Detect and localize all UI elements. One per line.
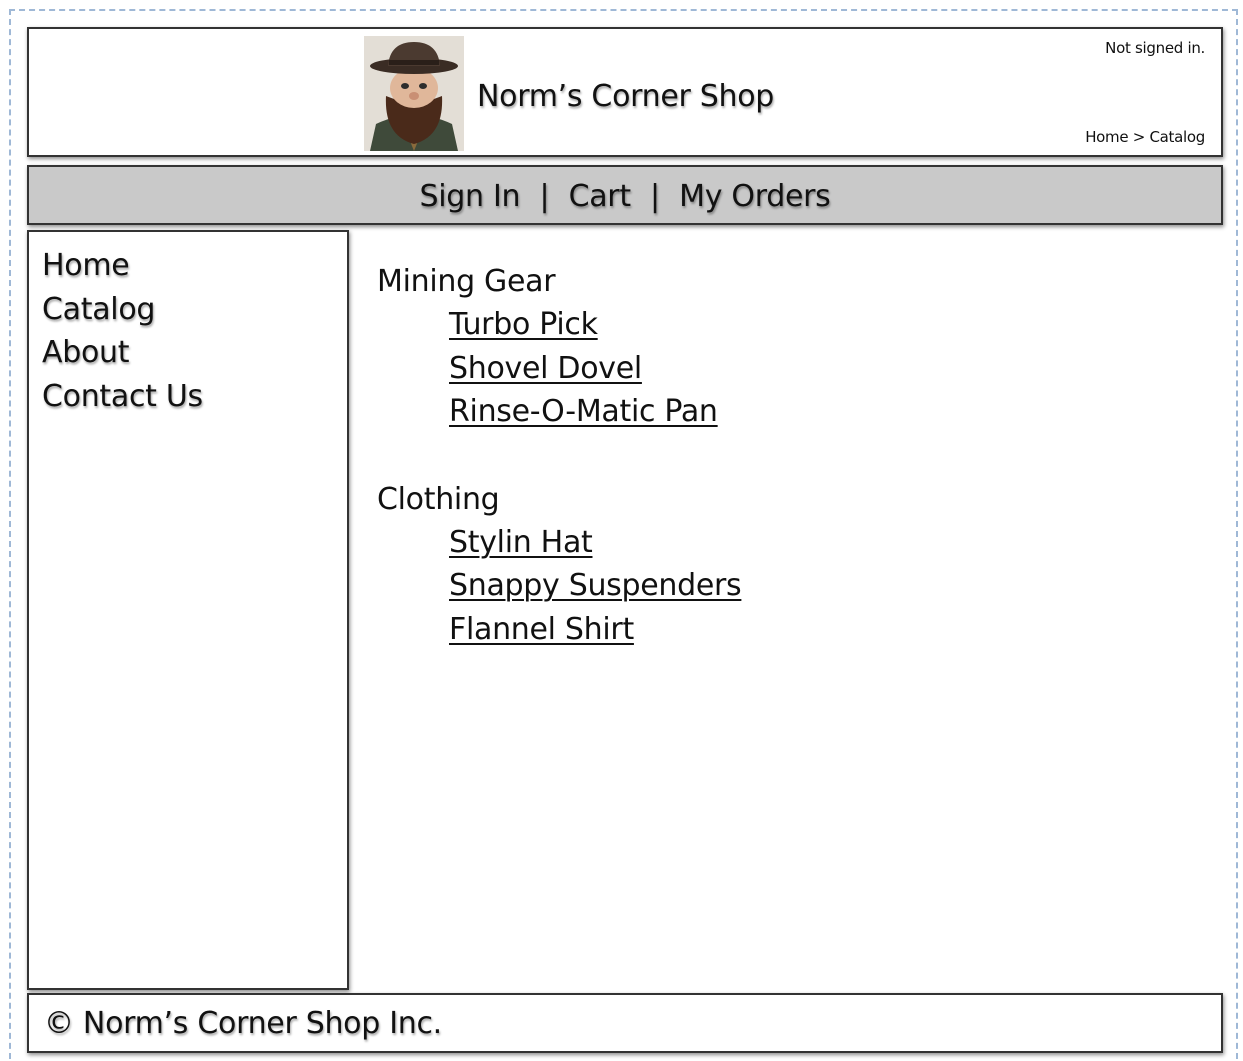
shop-title: Norm’s Corner Shop: [477, 79, 775, 114]
nav-links: Sign In | Cart | My Orders: [29, 179, 1221, 214]
sidebar-item-about[interactable]: About: [42, 331, 203, 375]
product-link-flannel-shirt[interactable]: Flannel Shirt: [449, 608, 741, 652]
catalog-content: Mining Gear Turbo Pick Shovel Dovel Rins…: [377, 260, 742, 652]
product-link-rinse-o-matic-pan[interactable]: Rinse-O-Matic Pan: [449, 390, 741, 434]
category-title-clothing: Clothing: [377, 481, 500, 517]
nav-cart-link[interactable]: Cart: [569, 179, 632, 214]
signin-status: Not signed in.: [1105, 39, 1205, 57]
sidebar-item-catalog[interactable]: Catalog: [42, 288, 203, 332]
header: Norm’s Corner Shop Not signed in. Home >…: [27, 27, 1223, 157]
breadcrumb[interactable]: Home > Catalog: [1085, 128, 1205, 146]
footer: © Norm’s Corner Shop Inc.: [27, 993, 1223, 1053]
nav-separator: |: [539, 179, 550, 214]
sidebar: Home Catalog About Contact Us: [27, 230, 349, 990]
category-spacer: [377, 434, 741, 478]
product-link-turbo-pick[interactable]: Turbo Pick: [449, 303, 741, 347]
sidebar-item-contact-us[interactable]: Contact Us: [42, 375, 203, 419]
nav-my-orders-link[interactable]: My Orders: [679, 179, 831, 214]
mascot-icon: [364, 36, 464, 151]
product-link-snappy-suspenders[interactable]: Snappy Suspenders: [449, 564, 742, 608]
category-title-mining-gear: Mining Gear: [377, 264, 556, 299]
product-link-shovel-dovel[interactable]: Shovel Dovel: [449, 347, 741, 391]
sidebar-menu: Home Catalog About Contact Us: [42, 244, 203, 418]
top-nav-bar: Sign In | Cart | My Orders: [27, 165, 1223, 225]
footer-copyright: © Norm’s Corner Shop Inc.: [44, 1006, 442, 1041]
product-link-stylin-hat[interactable]: Stylin Hat: [449, 521, 741, 565]
nav-separator: |: [650, 179, 660, 214]
nav-sign-in-link[interactable]: Sign In: [420, 179, 521, 214]
shop-logo: [364, 36, 464, 151]
sidebar-item-home[interactable]: Home: [42, 244, 203, 288]
